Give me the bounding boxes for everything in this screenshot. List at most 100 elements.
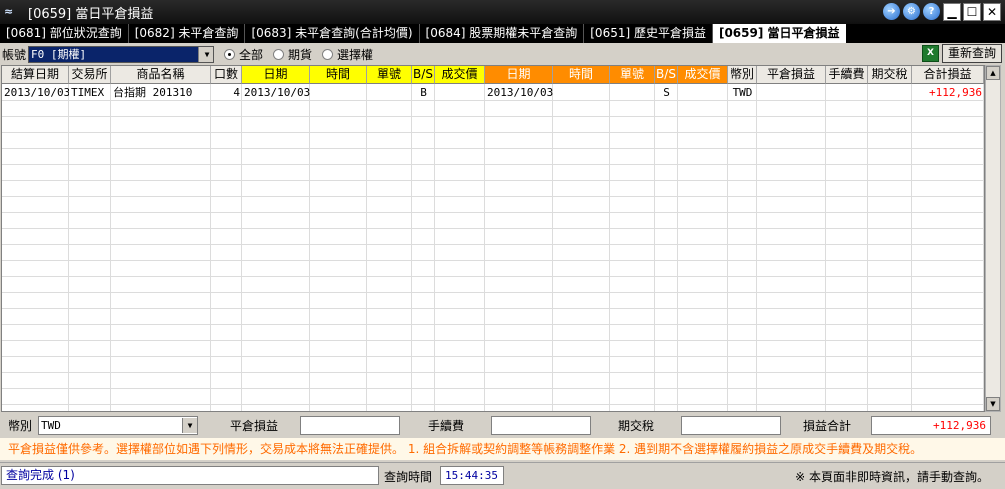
tab-bar: [0681] 部位狀況查詢 [0682] 未平倉查詢 [0683] 未平倉查詢(… — [0, 24, 1005, 43]
column-header[interactable]: B/S — [655, 66, 678, 84]
column-header[interactable]: 結算日期 — [2, 66, 69, 84]
total-pl-value: +112,936 — [933, 418, 986, 432]
table-cell[interactable] — [310, 85, 367, 101]
excel-export-icon[interactable]: X — [922, 45, 939, 62]
column-divider — [867, 84, 868, 411]
chevron-down-icon[interactable]: ▼ — [198, 46, 214, 62]
maximize-icon[interactable]: ☐ — [963, 3, 981, 21]
table-cell[interactable]: +112,936 — [912, 85, 984, 101]
row-divider — [2, 340, 984, 341]
column-divider — [825, 84, 826, 411]
column-header[interactable]: 單號 — [367, 66, 412, 84]
column-header[interactable]: 合計損益 — [912, 66, 984, 84]
radio-button-icon[interactable] — [224, 48, 236, 60]
total-pl-label: 損益合計 — [803, 418, 852, 433]
row-divider — [2, 132, 984, 133]
help-icon[interactable]: ? — [923, 3, 940, 20]
row-divider — [2, 276, 984, 277]
column-divider — [552, 84, 553, 411]
back-arrow-icon[interactable]: ➔ — [883, 3, 900, 20]
column-header[interactable]: 口數 — [211, 66, 242, 84]
tab-0682[interactable]: [0682] 未平倉查詢 — [129, 24, 246, 43]
column-header[interactable]: 商品名稱 — [111, 66, 211, 84]
tab-0681[interactable]: [0681] 部位狀況查詢 — [0, 24, 129, 43]
pl-table: 結算日期 交易所 商品名稱 口數 日期 時間 單號 B/S 成交價 日期 時間 單號 B/S 成交價 幣別平… — [1, 65, 985, 412]
column-header[interactable]: 手續費 — [826, 66, 868, 84]
close-icon[interactable]: ✕ — [983, 3, 1001, 21]
status-message: 查詢完成 (1) — [1, 466, 379, 485]
column-header[interactable]: 交易所 — [69, 66, 111, 84]
vertical-scrollbar[interactable]: ▲ ▼ — [985, 65, 1001, 412]
status-bar: 查詢完成 (1) 查詢時間 15:44:35 ※ 本頁面非即時資訊，請手動查詢。 — [0, 462, 1005, 489]
table-cell[interactable] — [678, 85, 728, 101]
column-header[interactable]: 成交價 — [678, 66, 728, 84]
table-cell[interactable] — [435, 85, 485, 101]
table-cell[interactable]: B — [412, 85, 435, 101]
filter-bar: 帳號 F0 [期權] ▼ 全部 期貨 選擇權 X 重新查詢 — [0, 43, 1005, 65]
column-divider — [210, 84, 211, 411]
column-header[interactable]: 平倉損益 — [757, 66, 826, 84]
table-cell[interactable]: 台指期 201310 — [111, 85, 211, 101]
column-header[interactable]: 幣別 — [728, 66, 757, 84]
table-cell[interactable] — [868, 85, 912, 101]
tab-0683[interactable]: [0683] 未平倉查詢(合計均價) — [245, 24, 420, 43]
account-select[interactable]: F0 [期權] ▼ — [28, 45, 215, 63]
account-value: F0 [期權] — [31, 48, 87, 61]
column-header[interactable]: 日期 — [242, 66, 310, 84]
currency-select[interactable]: TWD ▼ — [38, 415, 198, 435]
realtime-disclaimer: ※ 本頁面非即時資訊，請手動查詢。 — [795, 470, 989, 484]
chevron-down-icon[interactable]: ▼ — [182, 417, 197, 433]
table-cell[interactable] — [610, 85, 655, 101]
radio-button-icon[interactable] — [322, 48, 334, 60]
fee-label: 手續費 — [428, 418, 465, 433]
column-header[interactable]: 時間 — [553, 66, 610, 84]
table-cell[interactable]: S — [655, 85, 678, 101]
table-cell[interactable]: TWD — [728, 85, 757, 101]
column-divider — [677, 84, 678, 411]
radio-futures[interactable]: 期貨 — [273, 46, 312, 63]
scroll-up-icon[interactable]: ▲ — [986, 66, 1000, 80]
table-cell[interactable] — [367, 85, 412, 101]
row-divider — [2, 228, 984, 229]
table-cell[interactable]: 2013/10/03 — [485, 85, 553, 101]
column-header[interactable]: 日期 — [485, 66, 553, 84]
row-divider — [2, 324, 984, 325]
table-cell[interactable] — [757, 85, 826, 101]
table-cell[interactable] — [826, 85, 868, 101]
radio-options[interactable]: 選擇權 — [322, 46, 373, 63]
column-divider — [411, 84, 412, 411]
radio-button-icon[interactable] — [273, 48, 285, 60]
row-divider — [2, 308, 984, 309]
column-header[interactable]: 單號 — [610, 66, 655, 84]
column-header[interactable]: 期交稅 — [868, 66, 912, 84]
row-divider — [2, 260, 984, 261]
disclaimer-notice: 平倉損益僅供參考。選擇權部位如遇下列情形，交易成本將無法正確提供。 1. 組合拆… — [0, 438, 1005, 460]
minimize-icon[interactable]: ▁ — [943, 3, 961, 21]
tab-0651[interactable]: [0651] 歷史平倉損益 — [584, 24, 713, 43]
column-divider — [756, 84, 757, 411]
settings-icon[interactable]: ⚙ — [903, 3, 920, 20]
table-cell[interactable] — [553, 85, 610, 101]
app-logo-icon: ≈ — [4, 5, 14, 18]
table-cell[interactable]: 2013/10/03 — [2, 85, 69, 101]
radio-all-label: 全部 — [239, 47, 264, 62]
scroll-down-icon[interactable]: ▼ — [986, 397, 1000, 411]
query-time-label: 查詢時間 — [384, 470, 433, 484]
radio-all[interactable]: 全部 — [224, 46, 263, 63]
column-divider — [68, 84, 69, 411]
table-cell[interactable]: TIMEX — [69, 85, 111, 101]
column-divider — [654, 84, 655, 411]
table-cell[interactable]: 4 — [211, 85, 242, 101]
row-divider — [2, 180, 984, 181]
column-divider — [727, 84, 728, 411]
row-divider — [2, 292, 984, 293]
tab-0659[interactable]: [0659] 當日平倉損益 — [712, 24, 846, 43]
requery-button[interactable]: 重新查詢 — [942, 44, 1002, 63]
close-pl-field — [300, 415, 400, 435]
currency-value: TWD — [41, 418, 61, 432]
table-cell[interactable]: 2013/10/03 — [242, 85, 310, 101]
tab-0684[interactable]: [0684] 股票期權未平倉查詢 — [420, 24, 585, 43]
column-header[interactable]: 時間 — [310, 66, 367, 84]
column-header[interactable]: B/S — [412, 66, 435, 84]
column-header[interactable]: 成交價 — [435, 66, 485, 84]
